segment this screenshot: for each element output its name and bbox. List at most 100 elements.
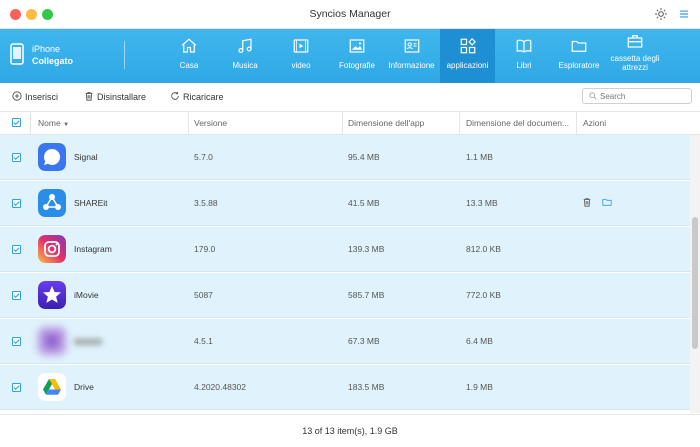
- check-icon: [13, 155, 20, 161]
- scrollbar-thumb[interactable]: [692, 217, 698, 349]
- check-icon: [13, 201, 20, 207]
- check-icon: [13, 293, 20, 299]
- vertical-scrollbar[interactable]: [690, 135, 700, 413]
- app-size: 95.4 MB: [348, 152, 380, 162]
- tab-esploratore[interactable]: Esploratore: [553, 29, 605, 83]
- app-size: 67.3 MB: [348, 336, 380, 346]
- apps-icon: [460, 38, 476, 54]
- tab-applicazioni[interactable]: applicazioni: [440, 29, 495, 83]
- doc-size: 1.9 MB: [466, 382, 493, 392]
- app-size: 585.7 MB: [348, 290, 385, 300]
- trash-icon[interactable]: [582, 197, 592, 207]
- uninstall-label: Disinstallare: [97, 92, 147, 102]
- app-version: 4.5.1: [194, 336, 213, 346]
- table-header: Nome ▼ Versione Dimensione dell'app Dime…: [0, 112, 700, 135]
- tab-label: video: [291, 61, 311, 70]
- shareit-icon: [38, 189, 66, 217]
- app-name-redacted: ▮▮▮▮▮▮: [74, 319, 102, 364]
- table-row[interactable]: iMovie 5087 585.7 MB 772.0 KB: [0, 273, 690, 318]
- doc-size: 13.3 MB: [466, 198, 498, 208]
- app-size: 183.5 MB: [348, 382, 385, 392]
- doc-size: 772.0 KB: [466, 290, 501, 300]
- search-input[interactable]: [600, 90, 688, 102]
- row-checkbox[interactable]: [12, 383, 21, 392]
- folder-icon: [571, 40, 587, 52]
- contact-card-icon: [404, 39, 419, 53]
- tab-label: applicazioni: [446, 61, 489, 70]
- book-icon: [516, 39, 532, 53]
- refresh-icon: [171, 91, 179, 100]
- tab-video[interactable]: video: [275, 29, 327, 83]
- action-bar: Inserisci Disinstallare Ricaricare: [0, 83, 700, 112]
- photo-icon: [349, 39, 365, 53]
- check-icon: [13, 120, 20, 126]
- app-name: iMovie: [74, 290, 99, 300]
- folder-icon[interactable]: [602, 197, 612, 207]
- search-icon: [589, 92, 597, 100]
- column-header-actions: Azioni: [583, 118, 607, 128]
- check-icon: [13, 339, 20, 345]
- doc-size: 812.0 KB: [466, 244, 501, 254]
- phone-icon: [10, 43, 24, 65]
- check-icon: [13, 385, 20, 391]
- app-name: Signal: [74, 152, 98, 162]
- uninstall-button[interactable]: Disinstallare: [84, 91, 146, 102]
- blurred-app-icon: [38, 327, 66, 355]
- table-row[interactable]: ▮▮▮▮▮▮ 4.5.1 67.3 MB 6.4 MB: [0, 319, 690, 364]
- tab-fotografie[interactable]: Fotografie: [331, 29, 383, 83]
- imovie-icon: [38, 281, 66, 309]
- home-icon: [181, 38, 197, 53]
- row-checkbox[interactable]: [12, 337, 21, 346]
- tab-casa[interactable]: Casa: [163, 29, 215, 83]
- tab-musica[interactable]: Musica: [219, 29, 271, 83]
- column-header-version[interactable]: Versione: [194, 112, 227, 134]
- column-separator: [30, 112, 31, 134]
- row-checkbox[interactable]: [12, 291, 21, 300]
- row-checkbox[interactable]: [12, 245, 21, 254]
- title-bar: Syncios Manager: [0, 0, 700, 29]
- google-drive-icon: [38, 373, 66, 401]
- column-separator: [459, 112, 460, 134]
- column-separator: [188, 112, 189, 134]
- row-checkbox[interactable]: [12, 199, 21, 208]
- app-version: 5.7.0: [194, 152, 213, 162]
- toolbar-divider: [124, 41, 125, 69]
- toolbox-icon: [627, 35, 643, 48]
- app-version: 5087: [194, 290, 213, 300]
- app-name: Instagram: [74, 244, 112, 254]
- gear-icon[interactable]: [654, 7, 668, 21]
- table-row[interactable]: Signal 5.7.0 95.4 MB 1.1 MB: [0, 135, 690, 180]
- tab-label: Fotografie: [338, 61, 376, 70]
- column-separator: [342, 112, 343, 134]
- install-button[interactable]: Inserisci: [12, 91, 58, 102]
- table-row[interactable]: Drive 4.2020.48302 183.5 MB 1.9 MB: [0, 365, 690, 410]
- sort-down-icon: ▼: [63, 122, 70, 128]
- search-box[interactable]: [582, 88, 692, 104]
- row-checkbox[interactable]: [12, 153, 21, 162]
- tab-label: Musica: [232, 61, 258, 70]
- doc-size: 6.4 MB: [466, 336, 493, 346]
- status-footer: 13 of 13 item(s), 1.9 GB: [0, 414, 700, 447]
- table-row[interactable]: Instagram 179.0 139.3 MB 812.0 KB: [0, 227, 690, 272]
- tab-label: Libri: [516, 61, 532, 70]
- check-icon: [13, 247, 20, 253]
- select-all-checkbox[interactable]: [12, 118, 21, 127]
- tab-cassetta-degli-attrezzi[interactable]: cassetta degli attrezzi: [607, 29, 663, 83]
- reload-button[interactable]: Ricaricare: [170, 91, 224, 102]
- device-status: Collegato: [32, 56, 74, 66]
- main-toolbar: iPhone Collegato Casa Musica video Fotog…: [0, 29, 700, 83]
- row-actions: [582, 197, 622, 209]
- tab-libri[interactable]: Libri: [498, 29, 550, 83]
- tab-informazione[interactable]: Informazione: [384, 29, 439, 83]
- add-circle-icon: [12, 91, 22, 101]
- column-header-name[interactable]: Nome ▼: [38, 112, 69, 134]
- column-header-doc-size[interactable]: Dimensione del documen...: [466, 112, 569, 134]
- column-header-app-size[interactable]: Dimensione dell'app: [348, 112, 424, 134]
- menu-icon[interactable]: [677, 7, 691, 21]
- table-row[interactable]: SHAREit 3.5.88 41.5 MB 13.3 MB: [0, 181, 690, 226]
- app-version: 179.0: [194, 244, 216, 254]
- signal-icon: [38, 143, 66, 171]
- trash-icon: [85, 92, 93, 101]
- app-name: SHAREit: [74, 198, 108, 208]
- device-name: iPhone: [32, 44, 61, 54]
